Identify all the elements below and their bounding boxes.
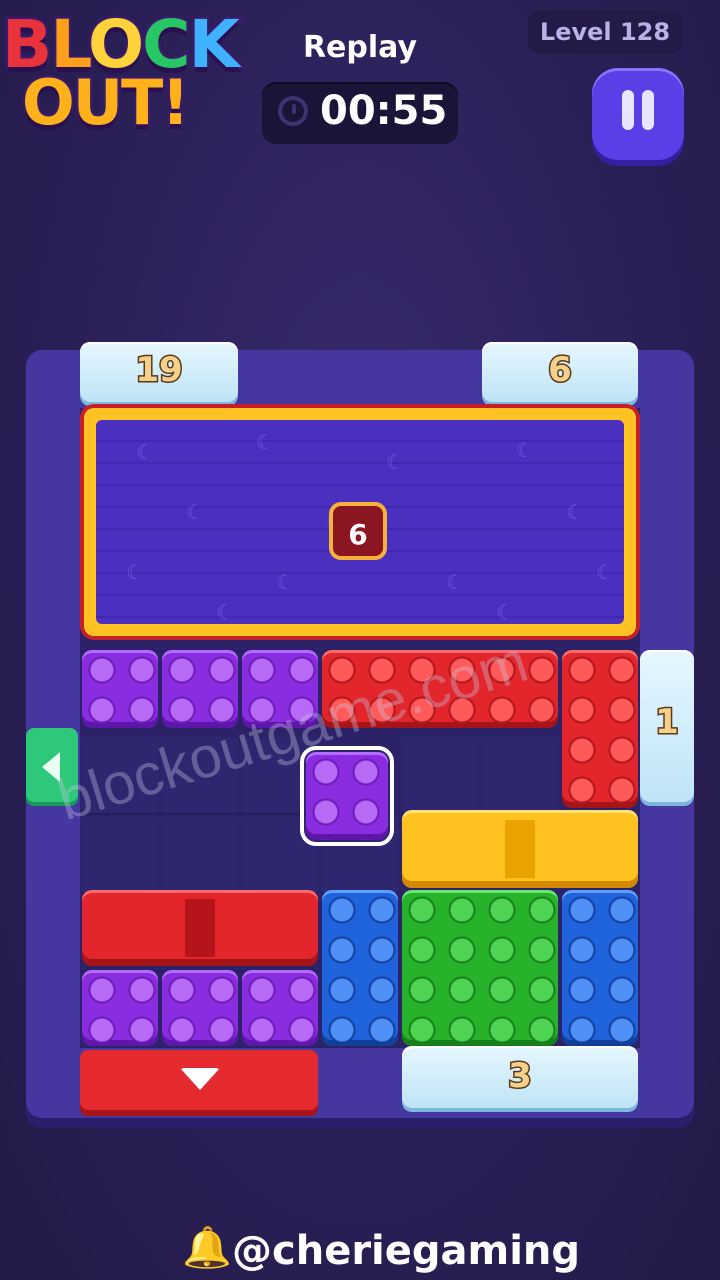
- mystery-block[interactable]: ☾ ☾ ☾ ☾ ☾ ☾ ☾ ☾ ☾ ☾ ☾ ☾ ☾ 6: [84, 408, 636, 636]
- gate-right: 1: [640, 650, 694, 802]
- level-indicator: Level 128: [528, 10, 682, 54]
- purple-block[interactable]: [82, 650, 158, 728]
- clock-icon: [278, 96, 308, 126]
- pause-icon: [622, 90, 634, 130]
- moon-icon: ☾: [386, 450, 404, 474]
- timer: 00:55: [262, 82, 458, 144]
- empty-cell: [161, 817, 239, 895]
- logo-line-2: OUT!: [20, 64, 193, 142]
- purple-block[interactable]: [242, 970, 318, 1046]
- purple-block[interactable]: [82, 970, 158, 1046]
- green-block[interactable]: [402, 890, 558, 1046]
- blue-block[interactable]: [322, 890, 398, 1046]
- bell-icon: 🔔: [182, 1225, 232, 1271]
- moon-icon: ☾: [276, 570, 294, 594]
- timer-value: 00:55: [320, 88, 448, 134]
- yellow-block[interactable]: [402, 810, 638, 888]
- moon-icon: ☾: [126, 560, 144, 584]
- moon-icon: ☾: [496, 600, 514, 624]
- gate-top-left: 19: [80, 342, 238, 402]
- logo-letter: K: [186, 4, 242, 86]
- gate-top-right: 6: [482, 342, 638, 402]
- moon-icon: ☾: [136, 440, 154, 464]
- moon-icon: ☾: [516, 438, 534, 462]
- moon-icon: ☾: [566, 500, 584, 524]
- gate-count: 1: [654, 701, 681, 744]
- selected-purple-block[interactable]: [300, 746, 394, 846]
- gate-count: 6: [547, 349, 574, 392]
- credit-text: @cheriegaming: [232, 1228, 581, 1274]
- empty-cell: [401, 737, 479, 815]
- red-mover-block[interactable]: [82, 890, 318, 966]
- moon-icon: ☾: [446, 570, 464, 594]
- mystery-count-badge: 6: [329, 502, 387, 560]
- moon-icon: ☾: [186, 500, 204, 524]
- mode-label: Replay: [302, 30, 418, 65]
- credit: 🔔 @cheriegaming: [182, 1225, 581, 1274]
- gate-count: 3: [507, 1055, 534, 1098]
- moon-icon: ☾: [216, 600, 234, 624]
- empty-cell: [481, 737, 559, 815]
- empty-cell: [81, 817, 159, 895]
- moon-icon: ☾: [256, 430, 274, 454]
- gate-count: 19: [134, 349, 184, 392]
- pause-icon: [642, 90, 654, 130]
- pause-button[interactable]: [592, 68, 684, 160]
- up-down-arrow-icon: [505, 820, 535, 878]
- game-logo: BLOCK OUT!: [0, 0, 270, 150]
- exit-gate-red: [80, 1050, 318, 1116]
- red-block[interactable]: [562, 650, 638, 808]
- moon-icon: ☾: [596, 560, 614, 584]
- gate-bottom-right: 3: [402, 1046, 638, 1108]
- down-arrow-icon: [180, 1068, 220, 1090]
- blue-block[interactable]: [562, 890, 638, 1046]
- purple-block[interactable]: [162, 970, 238, 1046]
- up-down-arrow-icon: [185, 899, 215, 957]
